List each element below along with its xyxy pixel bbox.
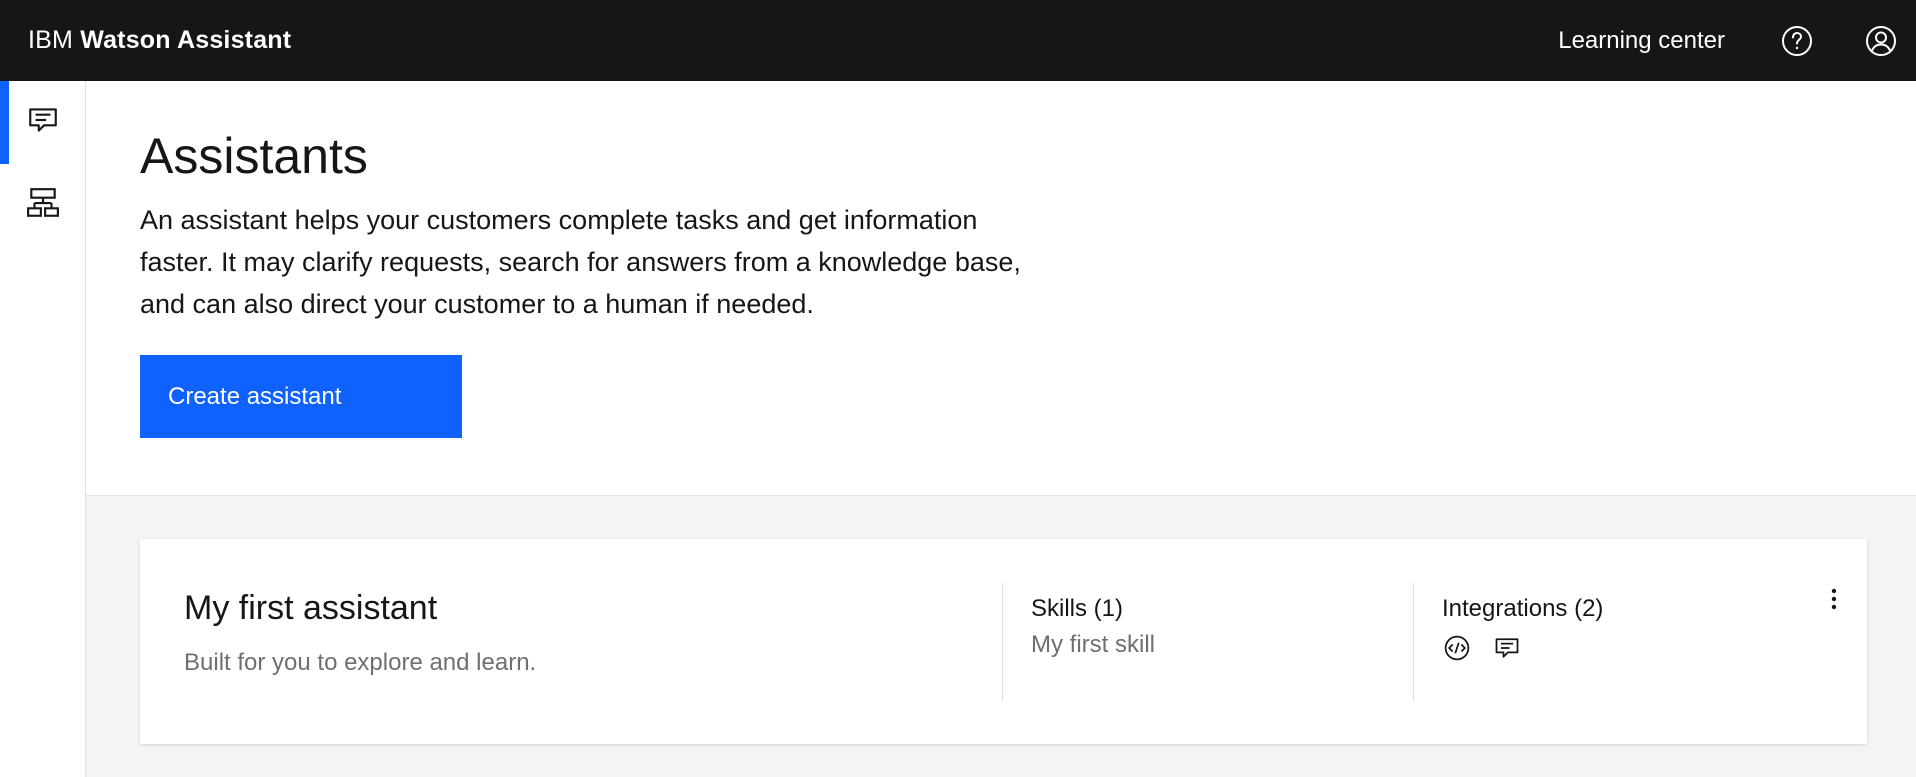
help-icon[interactable] [1780, 24, 1814, 58]
rail-item-skills[interactable] [0, 164, 85, 247]
learning-center-link[interactable]: Learning center [1558, 27, 1725, 55]
assistant-description: Built for you to explore and learn. [184, 649, 537, 676]
user-avatar-icon[interactable] [1864, 24, 1898, 58]
rail-item-assistants[interactable] [0, 81, 85, 164]
header-actions: Learning center [1558, 0, 1916, 81]
app-brand[interactable]: IBM Watson Assistant [28, 26, 291, 55]
integrations-heading: Integrations (2) [1442, 595, 1604, 622]
integration-icons [1442, 633, 1522, 663]
overflow-menu-icon[interactable] [1820, 585, 1848, 613]
chat-icon [26, 103, 60, 142]
skill-link[interactable]: My first skill [1031, 631, 1155, 659]
assistant-card[interactable]: My first assistant Built for you to expl… [140, 539, 1867, 744]
left-nav-rail [0, 81, 86, 777]
brand-name: Watson Assistant [80, 26, 292, 54]
skills-tree-icon [26, 186, 60, 225]
page-title: Assistants [140, 128, 368, 184]
create-assistant-button[interactable]: Create assistant [140, 355, 462, 438]
card-divider [1413, 583, 1414, 701]
top-header: IBM Watson Assistant Learning center [0, 0, 1916, 81]
chat-icon [1492, 633, 1522, 663]
assistant-name: My first assistant [184, 589, 438, 627]
skills-heading: Skills (1) [1031, 595, 1124, 622]
card-divider [1002, 583, 1003, 701]
brand-prefix: IBM [28, 26, 74, 54]
web-chat-code-icon [1442, 633, 1472, 663]
assistants-intro-section: Assistants An assistant helps your custo… [86, 81, 1916, 496]
page-description: An assistant helps your customers comple… [140, 205, 1021, 319]
assistant-list: My first assistant Built for you to expl… [86, 496, 1916, 777]
